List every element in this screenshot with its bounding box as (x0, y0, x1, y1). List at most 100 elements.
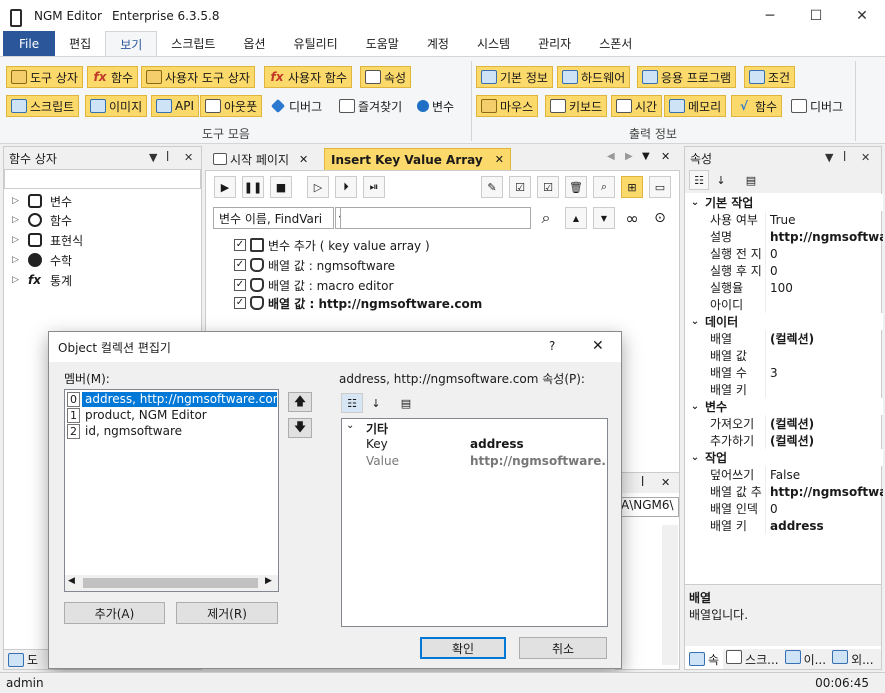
property-row[interactable]: 배열 수 3 (685, 364, 883, 381)
categorized-icon[interactable]: ☷ (341, 393, 363, 413)
script-button[interactable]: 스크립트 (6, 95, 80, 117)
function-button[interactable]: fx 함수 (87, 66, 139, 88)
close-tab-icon[interactable]: ✕ (495, 153, 504, 166)
hardware-button[interactable]: 하드웨어 (557, 66, 631, 88)
move-up-button[interactable]: 🡅 (288, 392, 312, 412)
run-icon[interactable]: ▶ (214, 176, 236, 198)
property-row[interactable]: 실행율 100 (685, 279, 883, 296)
members-list[interactable]: 0 address, http://ngmsoftware.com 1 prod… (64, 389, 279, 592)
property-value[interactable]: 0 (765, 262, 883, 279)
script-line[interactable]: ✓ 배열 값 : macro editor (234, 275, 393, 295)
categorized-icon[interactable]: ☷ (689, 170, 709, 190)
property-value[interactable]: True (765, 211, 883, 228)
collapse-icon[interactable]: ⌄ (685, 401, 705, 412)
pause-icon[interactable]: ❚❚ (242, 176, 264, 198)
edit-icon[interactable]: ✎ (481, 176, 503, 198)
tab-properties[interactable]: 속 (685, 649, 724, 669)
scroll-right-icon[interactable]: ▶ (265, 576, 272, 586)
user-toolbox-button[interactable]: 사용자 도구 상자 (141, 66, 255, 88)
favorites-button[interactable]: 즐겨찾기 (334, 95, 407, 117)
minimize-button[interactable]: ─ (747, 0, 793, 31)
tab-admin[interactable]: 관리자 (524, 31, 585, 56)
expand-icon[interactable]: ▷ (12, 196, 22, 206)
property-value[interactable]: (컬렉션) (765, 415, 883, 432)
help-button[interactable]: ? (549, 339, 555, 353)
scrollbar[interactable] (662, 525, 678, 665)
time-button[interactable]: 시간 (611, 95, 663, 117)
search-input[interactable] (340, 207, 531, 229)
prop-value-value[interactable]: http://ngmsoftware.c (470, 453, 606, 470)
tab-external[interactable]: 외... (829, 650, 876, 668)
line-checkbox[interactable]: ✓ (234, 279, 246, 291)
tab-view[interactable]: 보기 (105, 31, 158, 56)
step-over-icon[interactable]: ⏯ (363, 176, 385, 198)
output-button[interactable]: 아웃풋 (200, 95, 263, 117)
tab-file[interactable]: File (3, 31, 56, 56)
tab-image[interactable]: 이... (782, 650, 829, 668)
maximize-button[interactable]: ☐ (793, 0, 839, 31)
expand-icon[interactable]: ▷ (12, 235, 22, 245)
basic-info-button[interactable]: 기본 정보 (476, 66, 553, 88)
pin-icon[interactable]: ꟾ (641, 476, 644, 489)
script-line-selected[interactable]: ✓ 배열 값 : http://ngmsoftware.com (234, 293, 482, 313)
script-line[interactable]: ✓ 변수 추가 ( key value array ) (234, 235, 430, 255)
property-pages-icon[interactable]: ▤ (741, 170, 761, 190)
dropdown-icon[interactable]: ▼ (825, 151, 833, 164)
close-tab-icon[interactable]: ✕ (299, 153, 308, 166)
tab-utility[interactable]: 유틸리티 (280, 31, 352, 56)
property-row[interactable]: 배열 값 추http://ngmsoftware (685, 483, 883, 500)
dropdown-icon[interactable]: ▼ (149, 151, 157, 164)
tab-options[interactable]: 옵션 (229, 31, 279, 56)
member-item-selected[interactable]: address, http://ngmsoftware.com (82, 392, 277, 407)
property-row[interactable]: 아이디 (685, 296, 883, 313)
step-icon[interactable]: ▷ (307, 176, 329, 198)
property-value[interactable] (765, 347, 883, 364)
tab-edit[interactable]: 편집 (55, 31, 105, 56)
property-row[interactable]: 설명 http://ngmsoftware (685, 228, 883, 245)
horizontal-scrollbar[interactable]: ◀ ▶ (65, 575, 278, 591)
property-value[interactable]: (컬렉션) (765, 330, 883, 347)
property-category[interactable]: ⌄ 데이터 (685, 313, 883, 330)
close-button[interactable]: ✕ (839, 0, 885, 31)
collapse-icon[interactable]: ⌄ (685, 197, 705, 208)
tab-account[interactable]: 계정 (413, 31, 463, 56)
stop-icon[interactable]: ■ (270, 176, 292, 198)
collapse-icon[interactable]: ⌄ (346, 420, 354, 431)
next-icon[interactable]: ▼ (593, 207, 615, 229)
search-icon[interactable]: ⌕ (535, 207, 557, 229)
property-value[interactable]: 0 (765, 500, 883, 517)
step-into-icon[interactable]: ⏵ (335, 176, 357, 198)
property-row[interactable]: 덮어쓰기 False (685, 466, 883, 483)
line-checkbox[interactable]: ✓ (234, 239, 246, 251)
close-icon[interactable]: ✕ (861, 151, 870, 164)
pin-icon[interactable]: ꟾ (843, 151, 846, 164)
tree-item-expressions[interactable]: ▷ 표현식 (12, 230, 83, 250)
output-function-button[interactable]: √ 함수 (731, 95, 783, 117)
loop-icon[interactable]: ∞ (621, 207, 643, 229)
more-icon[interactable]: ⊙ (649, 207, 671, 229)
close-icon[interactable]: ✕ (661, 476, 670, 489)
function-search-input[interactable] (4, 169, 201, 189)
property-value[interactable]: 0 (765, 245, 883, 262)
prev-icon[interactable]: ▲ (565, 207, 587, 229)
member-item[interactable]: product, NGM Editor (82, 408, 207, 423)
search-type-select[interactable]: 변수 이름, FindVari (213, 207, 334, 229)
user-function-button[interactable]: fx 사용자 함수 (264, 66, 353, 88)
property-row[interactable]: 추가하기 (컬렉션) (685, 432, 883, 449)
tab-script[interactable]: 스크... (723, 650, 782, 668)
property-row[interactable]: 배열 (컬렉션) (685, 330, 883, 347)
property-value[interactable]: 3 (765, 364, 883, 381)
member-item[interactable]: id, ngmsoftware (82, 424, 182, 439)
monitor-icon[interactable]: ▭ (649, 176, 671, 198)
collapse-icon[interactable]: ⌄ (685, 452, 705, 463)
properties-button[interactable]: 속성 (360, 66, 412, 88)
property-value[interactable] (765, 296, 883, 313)
dropdown-icon[interactable]: ▼ (642, 151, 650, 162)
remove-button[interactable]: 제거(R) (176, 602, 278, 624)
tree-item-functions[interactable]: ▷ 함수 (12, 210, 72, 230)
property-value[interactable]: 100 (765, 279, 883, 296)
pin-icon[interactable]: ꟾ (166, 151, 169, 164)
property-row[interactable]: 배열 키 address (685, 517, 883, 534)
tab-start-page[interactable]: 시작 페이지 ✕ (207, 148, 314, 170)
property-value[interactable]: address (765, 517, 883, 534)
